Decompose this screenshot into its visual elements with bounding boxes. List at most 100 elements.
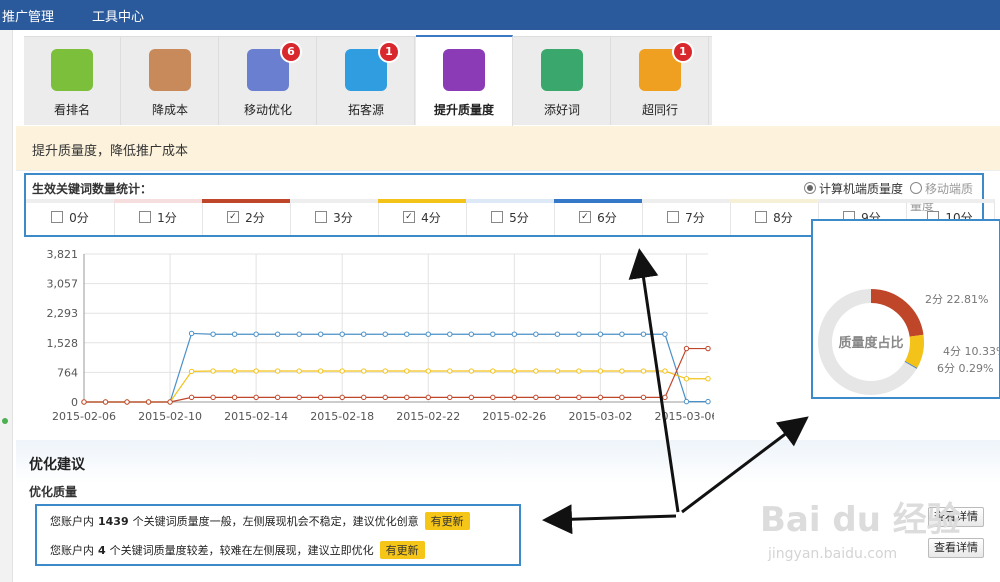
line-chart-svg: 0 764 1,528 2,293 3,057 3,821 2015-02-06 2015-0… bbox=[47, 248, 719, 423]
score-filter-1[interactable]: 1分 bbox=[114, 199, 203, 235]
y-tick-label: 3,821 bbox=[47, 248, 79, 261]
checkbox-icon[interactable] bbox=[755, 211, 768, 223]
data-point bbox=[167, 399, 173, 405]
checkbox-icon[interactable] bbox=[139, 211, 152, 223]
score-label: 0分 bbox=[69, 211, 89, 225]
checkbox-icon[interactable] bbox=[667, 211, 680, 223]
radio-icon bbox=[910, 182, 922, 194]
advice-list: 您账户内 1439 个关键词质量度一般，左侧展现机会不稳定，建议优化创意 有更新 您账… bbox=[35, 504, 521, 566]
data-point bbox=[425, 331, 431, 337]
tool-tab-6[interactable]: 添好词 bbox=[514, 37, 611, 125]
data-point bbox=[210, 368, 216, 374]
tool-tab-label: 提升质量度 bbox=[433, 103, 494, 117]
score-filter-4[interactable]: 4分 bbox=[378, 199, 467, 235]
data-point bbox=[231, 331, 238, 337]
checkbox-icon[interactable] bbox=[227, 211, 240, 223]
keyword-count: 4 bbox=[98, 544, 106, 557]
score-label: 2分 bbox=[245, 211, 265, 225]
data-point bbox=[554, 331, 561, 337]
data-point bbox=[296, 368, 302, 374]
y-tick-label: 2,293 bbox=[47, 307, 79, 320]
data-point bbox=[490, 368, 496, 374]
data-point bbox=[253, 368, 259, 374]
checkbox-icon[interactable] bbox=[403, 211, 416, 223]
checkbox-icon[interactable] bbox=[579, 211, 592, 223]
view-details-button[interactable]: 查看详情 bbox=[928, 538, 984, 558]
score-filter-3[interactable]: 3分 bbox=[290, 199, 379, 235]
data-point bbox=[662, 331, 668, 337]
score-filter-2[interactable]: 2分 bbox=[202, 199, 291, 235]
data-point bbox=[382, 368, 388, 374]
data-point bbox=[447, 368, 453, 374]
nav-promotion-management[interactable]: 推广管理 bbox=[2, 6, 54, 25]
score-label: 1分 bbox=[157, 211, 177, 225]
checkbox-icon[interactable] bbox=[315, 211, 328, 223]
y-tick-label: 0 bbox=[71, 396, 78, 409]
score-filter-7[interactable]: 7分 bbox=[642, 199, 731, 235]
score-filter-0[interactable]: 0分 bbox=[26, 199, 115, 235]
data-point bbox=[511, 368, 518, 374]
data-point bbox=[490, 331, 496, 337]
data-point bbox=[597, 331, 604, 337]
tool-tab-label: 拓客源 bbox=[347, 103, 384, 117]
score-label: 3分 bbox=[333, 211, 353, 225]
data-point bbox=[231, 394, 238, 401]
data-point bbox=[361, 394, 367, 401]
watermark-url: jingyan.baidu.com bbox=[768, 546, 898, 562]
piggy-bank-icon bbox=[149, 49, 191, 91]
data-point bbox=[210, 394, 216, 401]
advice-header: 优化建议 bbox=[16, 440, 1000, 484]
score-filter-6[interactable]: 6分 bbox=[554, 199, 643, 235]
tool-tab-4[interactable]: 1 拓客源 bbox=[318, 37, 415, 125]
data-point bbox=[317, 394, 324, 401]
data-point bbox=[253, 331, 259, 337]
word-box-icon bbox=[541, 49, 583, 91]
tool-tab-7[interactable]: 1 超同行 bbox=[612, 37, 709, 125]
x-tick-label: 2015-02-10 bbox=[138, 410, 202, 423]
radio-pc-quality[interactable]: 计算机端质量度 bbox=[804, 180, 903, 197]
checkbox-icon[interactable] bbox=[51, 211, 64, 223]
donut-slice-label: 6分 0.29% bbox=[937, 362, 993, 375]
data-point bbox=[102, 399, 109, 405]
data-point bbox=[210, 331, 216, 337]
data-point bbox=[533, 331, 539, 337]
data-point bbox=[640, 331, 647, 337]
keyword-count: 1439 bbox=[98, 515, 129, 528]
tool-tab-3[interactable]: 6 移动优化 bbox=[220, 37, 317, 125]
tool-tab-2[interactable]: 降成本 bbox=[122, 37, 219, 125]
data-point bbox=[533, 368, 539, 374]
data-point bbox=[274, 368, 281, 374]
data-point bbox=[317, 368, 324, 374]
data-point bbox=[468, 331, 475, 337]
score-label: 6分 bbox=[597, 211, 617, 225]
data-point bbox=[274, 394, 281, 401]
score-label: 5分 bbox=[509, 211, 529, 225]
quality-ratio-panel: 质量度占比 2分 22.81% 4分 10.33% 6分 0.29% bbox=[811, 219, 1000, 399]
checkbox-icon[interactable] bbox=[491, 211, 504, 223]
data-point bbox=[511, 394, 518, 401]
tool-tab-5[interactable]: 提升质量度 bbox=[416, 35, 513, 127]
data-point bbox=[81, 399, 87, 405]
x-tick-label: 2015-02-22 bbox=[396, 410, 460, 423]
score-filter-8[interactable]: 8分 bbox=[730, 199, 819, 235]
score-label: 8分 bbox=[773, 211, 793, 225]
nav-tool-center[interactable]: 工具中心 bbox=[92, 6, 144, 25]
data-point bbox=[231, 368, 238, 374]
x-tick-label: 2015-03-02 bbox=[568, 410, 632, 423]
data-point bbox=[447, 331, 453, 337]
tool-tab-label: 超同行 bbox=[641, 103, 678, 117]
data-point bbox=[705, 376, 711, 382]
data-point bbox=[533, 394, 539, 401]
data-point bbox=[425, 368, 431, 374]
score-filter-5[interactable]: 5分 bbox=[466, 199, 555, 235]
stats-title: 生效关键词数量统计： bbox=[32, 182, 153, 196]
data-point bbox=[683, 376, 690, 382]
update-badge: 有更新 bbox=[379, 541, 425, 559]
donut-chart-svg: 质量度占比 2分 22.81% 4分 10.33% 6分 0.29% bbox=[818, 289, 1000, 395]
data-point bbox=[619, 331, 625, 337]
tool-tab-1[interactable]: 看排名 bbox=[24, 37, 121, 125]
data-point bbox=[296, 394, 302, 401]
data-point bbox=[576, 368, 582, 374]
data-point bbox=[468, 368, 475, 374]
data-point bbox=[662, 394, 668, 401]
